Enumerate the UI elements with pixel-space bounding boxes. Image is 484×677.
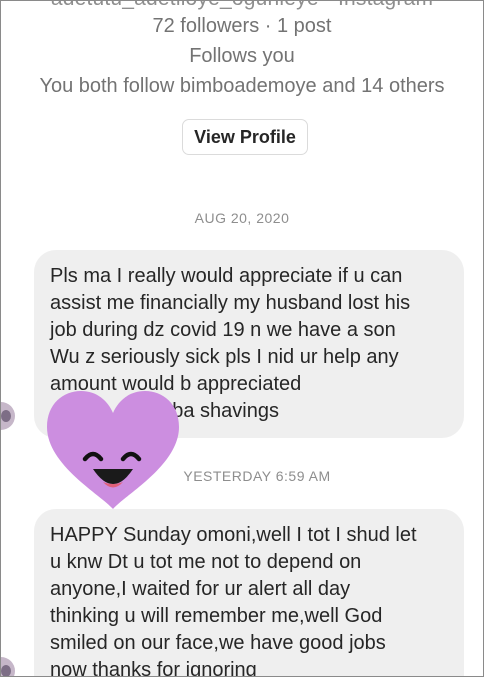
message-line: Pls ma I really would appreciate if u ca… bbox=[50, 265, 403, 287]
message-line: smiled on our face,we have good jobs bbox=[50, 632, 386, 654]
dm-thread-screen: adetutu_adetiloye_ogunleye · Instagram 7… bbox=[0, 0, 484, 677]
date-separator: AUG 20, 2020 bbox=[194, 210, 290, 226]
message-line: job during dz covid 19 n we have a son bbox=[50, 319, 396, 341]
message-line: now thanks for ignoring bbox=[50, 659, 257, 677]
sender-avatar[interactable] bbox=[1, 402, 15, 430]
heart-shape bbox=[47, 391, 179, 509]
mutual-followers-text: You both follow bimboademoye and 14 othe… bbox=[39, 75, 445, 97]
sender-avatar[interactable] bbox=[1, 657, 15, 676]
smiley-heart-sticker-icon bbox=[47, 391, 179, 509]
message-line: thinking u will remember me,well God bbox=[50, 605, 383, 627]
message-line: u knw Dt u tot me not to depend on bbox=[50, 551, 362, 573]
message-line: Wu z seriously sick pls I nid ur help an… bbox=[50, 346, 399, 368]
profile-username-cut: adetutu_adetiloye_ogunleye · Instagram bbox=[1, 1, 483, 11]
message-line: HAPPY Sunday omoni,well I tot I shud let bbox=[50, 524, 417, 546]
message-line: assist me financially my husband lost hi… bbox=[50, 292, 411, 314]
followers-count: 72 followers · 1 post bbox=[152, 15, 332, 37]
message-line: anyone,I waited for ur alert all day bbox=[50, 578, 351, 600]
follows-you-label: Follows you bbox=[189, 45, 295, 67]
view-profile-button[interactable]: View Profile bbox=[182, 119, 308, 155]
message-bubble[interactable]: HAPPY Sunday omoni,well I tot I shud let… bbox=[34, 509, 464, 677]
